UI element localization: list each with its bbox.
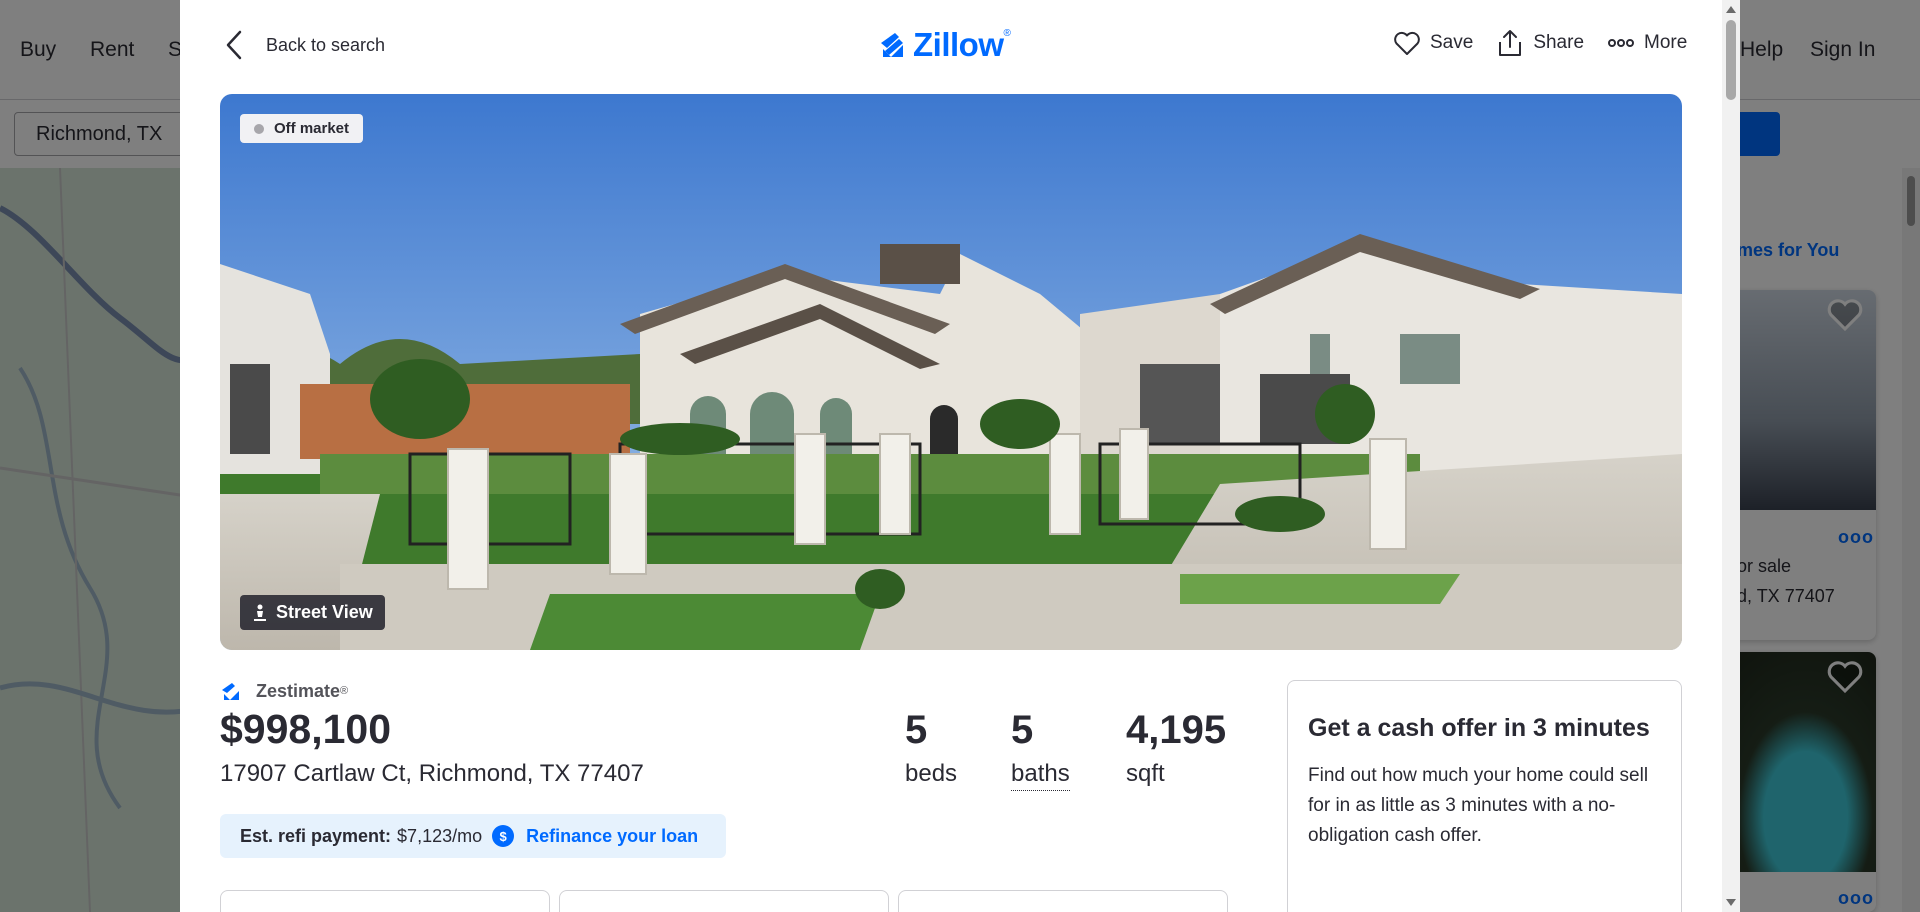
cash-offer-body: Find out how much your home could sell f… [1308, 765, 1649, 846]
dollar-coin-icon: $ [492, 825, 515, 847]
action-chip[interactable] [220, 890, 550, 912]
refinance-link[interactable]: Refinance your loan [526, 826, 698, 847]
scroll-thumb[interactable] [1726, 20, 1736, 100]
baths-fact[interactable]: 5 baths [1011, 710, 1070, 791]
cash-offer-card: Get a cash offer in 3 minutes Find out h… [1287, 680, 1682, 912]
zestimate-label: Zestimate ® [220, 680, 348, 702]
beds-value: 5 [905, 708, 928, 752]
refi-amount: $7,123/mo [397, 825, 483, 846]
sqft-fact: 4,195 sqft [1126, 710, 1226, 788]
share-button[interactable]: Share [1495, 28, 1584, 58]
sqft-value: 4,195 [1126, 708, 1227, 752]
action-chip[interactable] [559, 890, 889, 912]
price: $998,100 [220, 706, 392, 752]
zillow-logo[interactable]: Zillow ® [877, 26, 1011, 64]
action-chip[interactable] [898, 890, 1228, 912]
status-dot-icon [254, 123, 264, 134]
baths-label[interactable]: baths [1011, 760, 1070, 791]
heart-icon [1394, 31, 1420, 55]
back-to-search-button[interactable]: Back to search [224, 28, 385, 62]
save-label: Save [1430, 32, 1474, 53]
status-badge-label: Off market [274, 120, 350, 137]
refi-banner: Est. refi payment: $7,123/mo $ Refinance… [220, 814, 726, 858]
zillow-logo-mark: ® [1003, 27, 1011, 39]
beds-label: beds [905, 760, 958, 787]
cash-offer-title: Get a cash offer in 3 minutes [1308, 714, 1650, 742]
save-button[interactable]: Save [1392, 28, 1473, 58]
more-label: More [1644, 32, 1688, 53]
refi-label: Est. refi payment: [240, 825, 392, 846]
modal-header: Back to search Zillow ® Save Share More [180, 0, 1722, 92]
property-address: 17907 Cartlaw Ct, Richmond, TX 77407 [220, 760, 644, 787]
chevron-left-icon [226, 30, 242, 60]
zillow-logo-text: Zillow [913, 26, 1004, 63]
sqft-label: sqft [1126, 760, 1165, 787]
house-photo-image [220, 94, 1682, 650]
more-dots-icon [1608, 39, 1635, 47]
zillow-logo-icon [881, 33, 903, 57]
zestimate-mark: ® [340, 685, 349, 697]
baths-value: 5 [1011, 708, 1034, 752]
zillow-logo-icon [222, 683, 239, 700]
status-badge: Off market [240, 114, 364, 143]
more-button[interactable]: More [1606, 28, 1687, 58]
street-view-button[interactable]: Street View [240, 595, 385, 630]
beds-fact: 5 beds [905, 710, 957, 788]
action-chips [220, 890, 1237, 912]
share-label: Share [1533, 32, 1585, 53]
share-icon [1499, 30, 1522, 56]
street-view-person-icon [254, 604, 266, 621]
property-photo[interactable]: Off market Street View [220, 94, 1682, 650]
scroll-down-icon[interactable] [1726, 899, 1736, 906]
street-view-label: Street View [276, 602, 373, 622]
back-to-search-label: Back to search [266, 34, 386, 55]
scroll-up-icon[interactable] [1726, 6, 1736, 13]
property-modal: Back to search Zillow ® Save Share More [180, 0, 1740, 912]
zestimate-text: Zestimate [256, 680, 341, 701]
header-actions: Save Share More [1392, 28, 1687, 58]
modal-scrollbar[interactable] [1722, 0, 1740, 912]
